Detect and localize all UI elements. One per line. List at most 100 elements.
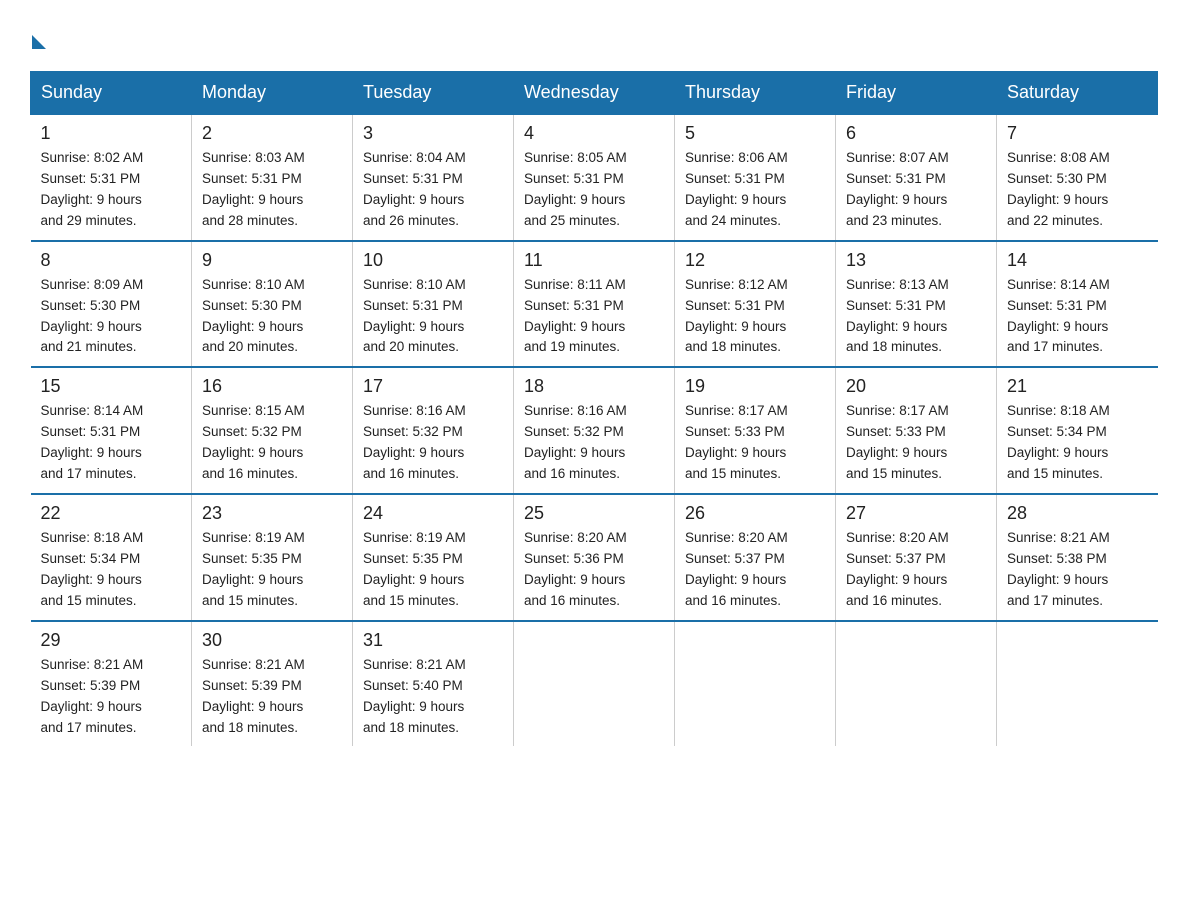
day-number: 5 — [685, 123, 825, 144]
day-info: Sunrise: 8:16 AMSunset: 5:32 PMDaylight:… — [363, 401, 503, 485]
header-tuesday: Tuesday — [353, 72, 514, 115]
day-info: Sunrise: 8:18 AMSunset: 5:34 PMDaylight:… — [41, 528, 182, 612]
day-number: 14 — [1007, 250, 1148, 271]
calendar-cell: 15 Sunrise: 8:14 AMSunset: 5:31 PMDaylig… — [31, 367, 192, 494]
day-info: Sunrise: 8:19 AMSunset: 5:35 PMDaylight:… — [202, 528, 342, 612]
day-info: Sunrise: 8:04 AMSunset: 5:31 PMDaylight:… — [363, 148, 503, 232]
header-saturday: Saturday — [997, 72, 1158, 115]
day-number: 30 — [202, 630, 342, 651]
day-number: 24 — [363, 503, 503, 524]
day-info: Sunrise: 8:06 AMSunset: 5:31 PMDaylight:… — [685, 148, 825, 232]
day-info: Sunrise: 8:17 AMSunset: 5:33 PMDaylight:… — [846, 401, 986, 485]
calendar-cell: 2 Sunrise: 8:03 AMSunset: 5:31 PMDayligh… — [192, 114, 353, 241]
day-number: 23 — [202, 503, 342, 524]
day-number: 4 — [524, 123, 664, 144]
calendar-cell: 23 Sunrise: 8:19 AMSunset: 5:35 PMDaylig… — [192, 494, 353, 621]
day-info: Sunrise: 8:15 AMSunset: 5:32 PMDaylight:… — [202, 401, 342, 485]
day-number: 1 — [41, 123, 182, 144]
calendar-cell — [836, 621, 997, 747]
day-info: Sunrise: 8:10 AMSunset: 5:31 PMDaylight:… — [363, 275, 503, 359]
day-number: 13 — [846, 250, 986, 271]
day-info: Sunrise: 8:05 AMSunset: 5:31 PMDaylight:… — [524, 148, 664, 232]
header-friday: Friday — [836, 72, 997, 115]
calendar-week-5: 29 Sunrise: 8:21 AMSunset: 5:39 PMDaylig… — [31, 621, 1158, 747]
calendar-week-1: 1 Sunrise: 8:02 AMSunset: 5:31 PMDayligh… — [31, 114, 1158, 241]
day-number: 8 — [41, 250, 182, 271]
day-number: 10 — [363, 250, 503, 271]
day-info: Sunrise: 8:17 AMSunset: 5:33 PMDaylight:… — [685, 401, 825, 485]
calendar-cell: 25 Sunrise: 8:20 AMSunset: 5:36 PMDaylig… — [514, 494, 675, 621]
day-number: 11 — [524, 250, 664, 271]
calendar-week-2: 8 Sunrise: 8:09 AMSunset: 5:30 PMDayligh… — [31, 241, 1158, 368]
day-number: 15 — [41, 376, 182, 397]
calendar-cell: 1 Sunrise: 8:02 AMSunset: 5:31 PMDayligh… — [31, 114, 192, 241]
calendar-cell — [997, 621, 1158, 747]
header-sunday: Sunday — [31, 72, 192, 115]
day-number: 22 — [41, 503, 182, 524]
day-number: 18 — [524, 376, 664, 397]
day-info: Sunrise: 8:03 AMSunset: 5:31 PMDaylight:… — [202, 148, 342, 232]
calendar-cell — [514, 621, 675, 747]
day-info: Sunrise: 8:14 AMSunset: 5:31 PMDaylight:… — [1007, 275, 1148, 359]
calendar-week-4: 22 Sunrise: 8:18 AMSunset: 5:34 PMDaylig… — [31, 494, 1158, 621]
header-wednesday: Wednesday — [514, 72, 675, 115]
day-number: 31 — [363, 630, 503, 651]
day-info: Sunrise: 8:21 AMSunset: 5:38 PMDaylight:… — [1007, 528, 1148, 612]
day-number: 27 — [846, 503, 986, 524]
day-number: 29 — [41, 630, 182, 651]
day-info: Sunrise: 8:14 AMSunset: 5:31 PMDaylight:… — [41, 401, 182, 485]
day-info: Sunrise: 8:09 AMSunset: 5:30 PMDaylight:… — [41, 275, 182, 359]
day-info: Sunrise: 8:10 AMSunset: 5:30 PMDaylight:… — [202, 275, 342, 359]
day-info: Sunrise: 8:07 AMSunset: 5:31 PMDaylight:… — [846, 148, 986, 232]
calendar-cell: 26 Sunrise: 8:20 AMSunset: 5:37 PMDaylig… — [675, 494, 836, 621]
day-number: 3 — [363, 123, 503, 144]
calendar-cell: 29 Sunrise: 8:21 AMSunset: 5:39 PMDaylig… — [31, 621, 192, 747]
day-info: Sunrise: 8:21 AMSunset: 5:39 PMDaylight:… — [41, 655, 182, 739]
day-info: Sunrise: 8:19 AMSunset: 5:35 PMDaylight:… — [363, 528, 503, 612]
page-header — [30, 30, 1158, 51]
calendar-table: SundayMondayTuesdayWednesdayThursdayFrid… — [30, 71, 1158, 746]
day-info: Sunrise: 8:20 AMSunset: 5:37 PMDaylight:… — [685, 528, 825, 612]
calendar-cell: 7 Sunrise: 8:08 AMSunset: 5:30 PMDayligh… — [997, 114, 1158, 241]
calendar-cell: 10 Sunrise: 8:10 AMSunset: 5:31 PMDaylig… — [353, 241, 514, 368]
day-number: 17 — [363, 376, 503, 397]
day-number: 19 — [685, 376, 825, 397]
day-number: 12 — [685, 250, 825, 271]
calendar-cell: 5 Sunrise: 8:06 AMSunset: 5:31 PMDayligh… — [675, 114, 836, 241]
logo — [30, 30, 46, 51]
calendar-cell: 27 Sunrise: 8:20 AMSunset: 5:37 PMDaylig… — [836, 494, 997, 621]
day-info: Sunrise: 8:21 AMSunset: 5:40 PMDaylight:… — [363, 655, 503, 739]
calendar-cell: 30 Sunrise: 8:21 AMSunset: 5:39 PMDaylig… — [192, 621, 353, 747]
calendar-cell: 24 Sunrise: 8:19 AMSunset: 5:35 PMDaylig… — [353, 494, 514, 621]
day-number: 28 — [1007, 503, 1148, 524]
calendar-cell: 20 Sunrise: 8:17 AMSunset: 5:33 PMDaylig… — [836, 367, 997, 494]
day-number: 20 — [846, 376, 986, 397]
calendar-cell: 21 Sunrise: 8:18 AMSunset: 5:34 PMDaylig… — [997, 367, 1158, 494]
calendar-cell: 6 Sunrise: 8:07 AMSunset: 5:31 PMDayligh… — [836, 114, 997, 241]
day-number: 26 — [685, 503, 825, 524]
day-info: Sunrise: 8:12 AMSunset: 5:31 PMDaylight:… — [685, 275, 825, 359]
day-number: 6 — [846, 123, 986, 144]
day-number: 2 — [202, 123, 342, 144]
header-monday: Monday — [192, 72, 353, 115]
calendar-cell: 3 Sunrise: 8:04 AMSunset: 5:31 PMDayligh… — [353, 114, 514, 241]
day-info: Sunrise: 8:20 AMSunset: 5:37 PMDaylight:… — [846, 528, 986, 612]
calendar-cell: 19 Sunrise: 8:17 AMSunset: 5:33 PMDaylig… — [675, 367, 836, 494]
calendar-cell: 28 Sunrise: 8:21 AMSunset: 5:38 PMDaylig… — [997, 494, 1158, 621]
logo-triangle-icon — [32, 35, 46, 49]
calendar-cell: 16 Sunrise: 8:15 AMSunset: 5:32 PMDaylig… — [192, 367, 353, 494]
calendar-cell: 13 Sunrise: 8:13 AMSunset: 5:31 PMDaylig… — [836, 241, 997, 368]
calendar-cell: 12 Sunrise: 8:12 AMSunset: 5:31 PMDaylig… — [675, 241, 836, 368]
calendar-cell: 14 Sunrise: 8:14 AMSunset: 5:31 PMDaylig… — [997, 241, 1158, 368]
calendar-cell: 31 Sunrise: 8:21 AMSunset: 5:40 PMDaylig… — [353, 621, 514, 747]
day-number: 7 — [1007, 123, 1148, 144]
day-info: Sunrise: 8:11 AMSunset: 5:31 PMDaylight:… — [524, 275, 664, 359]
calendar-cell: 22 Sunrise: 8:18 AMSunset: 5:34 PMDaylig… — [31, 494, 192, 621]
header-thursday: Thursday — [675, 72, 836, 115]
calendar-cell — [675, 621, 836, 747]
calendar-cell: 11 Sunrise: 8:11 AMSunset: 5:31 PMDaylig… — [514, 241, 675, 368]
calendar-cell: 4 Sunrise: 8:05 AMSunset: 5:31 PMDayligh… — [514, 114, 675, 241]
day-info: Sunrise: 8:16 AMSunset: 5:32 PMDaylight:… — [524, 401, 664, 485]
day-info: Sunrise: 8:18 AMSunset: 5:34 PMDaylight:… — [1007, 401, 1148, 485]
calendar-cell: 9 Sunrise: 8:10 AMSunset: 5:30 PMDayligh… — [192, 241, 353, 368]
